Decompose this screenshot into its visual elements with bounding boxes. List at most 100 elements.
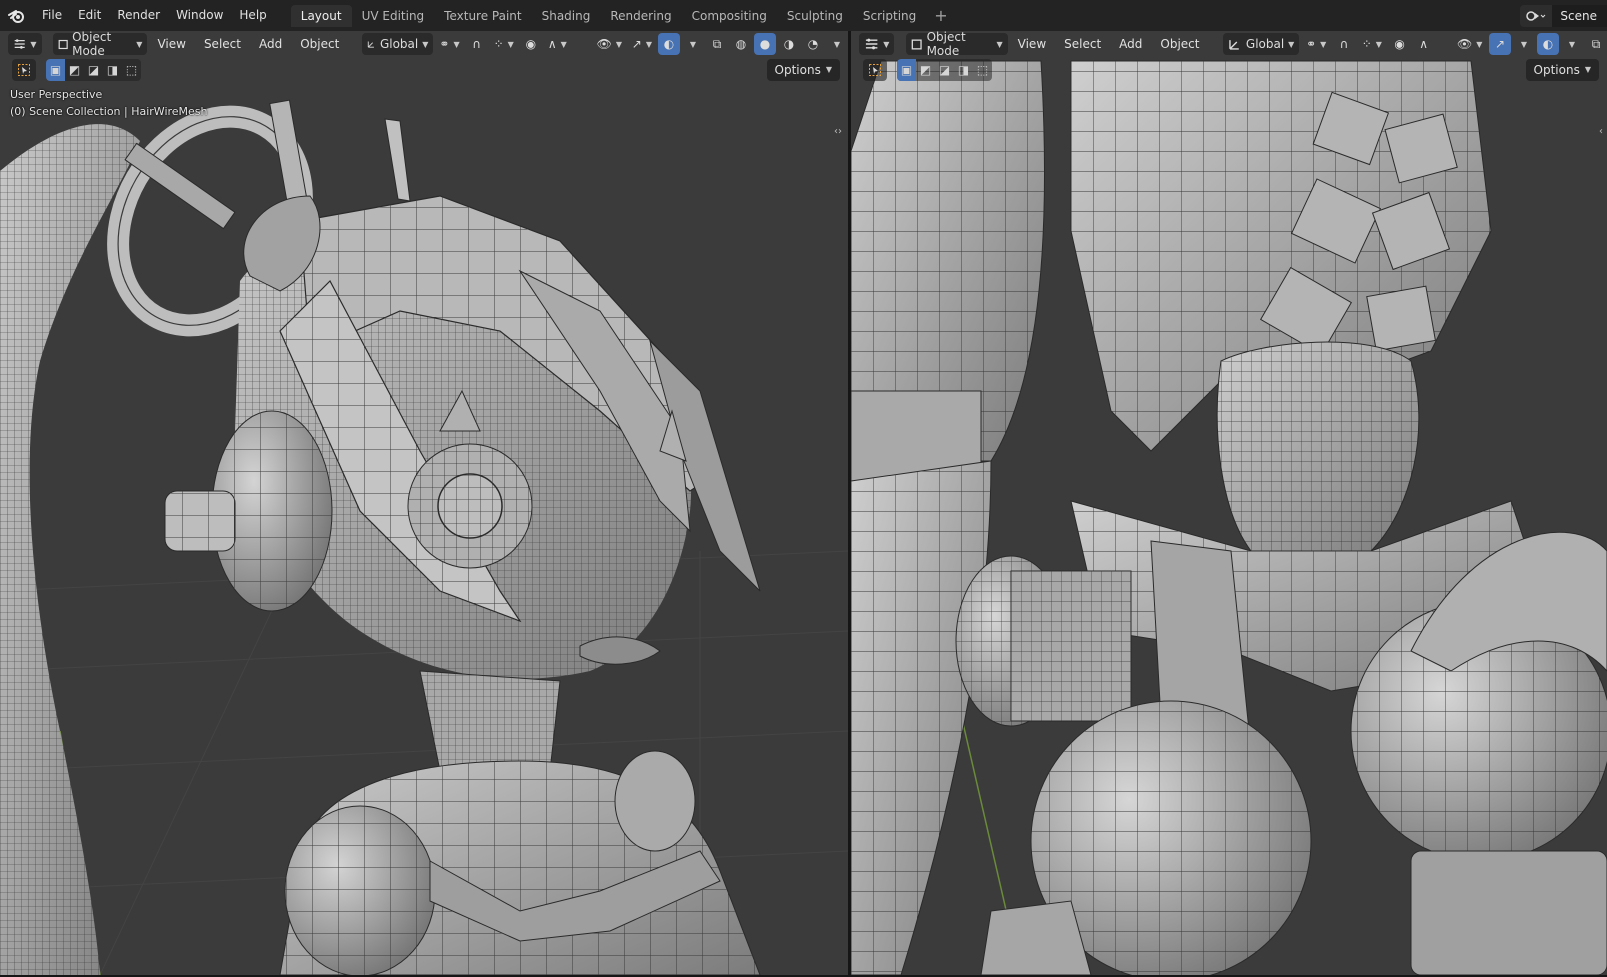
mode-subtract-button[interactable]: ◪ <box>935 59 954 81</box>
mode-set-button[interactable]: ▣ <box>46 59 65 81</box>
proportional-edit-toggle[interactable]: ◉ <box>520 33 542 55</box>
snap-grid-icon: ⁘ <box>493 37 504 51</box>
mode-select[interactable]: Object Mode ▼ <box>52 31 148 58</box>
gizmo-button[interactable]: ↗ ▼ <box>628 33 656 55</box>
collection-label: (0) Scene Collection | HairWireMesh <box>10 105 208 118</box>
mode-extend-button[interactable]: ◩ <box>916 59 935 81</box>
viewport-right[interactable]: ▼ Object Mode ▼ View Select Add Object G… <box>851 31 1607 975</box>
visibility-button[interactable]: 👁 ▼ <box>593 33 626 55</box>
menu-file[interactable]: File <box>34 0 70 31</box>
workspace-tabs: Layout UV Editing Texture Paint Shading … <box>290 0 956 31</box>
chevron-down-icon: ▼ <box>689 39 697 49</box>
mode-set-button[interactable]: ▣ <box>897 59 916 81</box>
shading-wireframe-button[interactable]: ◍ <box>730 33 752 55</box>
selection-mode-group: ▣ ◩ ◪ ◨ ⬚ <box>897 59 992 81</box>
extend-selection-icon: ◩ <box>68 63 81 77</box>
xray-toggle[interactable]: ⧉ <box>706 33 728 55</box>
tab-layout[interactable]: Layout <box>290 4 352 27</box>
menu-select[interactable]: Select <box>196 33 249 55</box>
shading-material-button[interactable]: ◑ <box>778 33 800 55</box>
orientation-label: Global <box>1245 37 1285 51</box>
top-bar: File Edit Render Window Help Layout UV E… <box>0 0 1607 31</box>
xray-toggle[interactable]: ⧉ <box>1585 33 1607 55</box>
snap-grid-icon: ⁘ <box>1361 37 1372 51</box>
options-button[interactable]: Options ▼ <box>766 59 840 81</box>
menu-add[interactable]: Add <box>1111 33 1150 55</box>
snap-target-button[interactable]: ⁘ ▼ <box>490 33 518 55</box>
overlays-dropdown[interactable]: ▼ <box>1561 33 1583 55</box>
tab-compositing[interactable]: Compositing <box>682 5 777 27</box>
sidebar-toggle-icon[interactable]: ‹› <box>834 126 842 137</box>
menu-select[interactable]: Select <box>1056 33 1109 55</box>
scene-icon[interactable] <box>1520 5 1553 27</box>
tab-uv-editing[interactable]: UV Editing <box>352 5 435 27</box>
select-tool-button[interactable] <box>12 59 36 81</box>
menu-render[interactable]: Render <box>109 0 168 31</box>
perspective-label: User Perspective <box>10 88 103 101</box>
mode-select[interactable]: Object Mode ▼ <box>906 31 1008 58</box>
falloff-button[interactable]: ∧ ▼ <box>544 33 571 55</box>
falloff-icon: ∧ <box>1419 37 1429 51</box>
scene-name[interactable]: Scene <box>1552 5 1607 27</box>
editor-type-button[interactable]: ▼ <box>8 33 42 55</box>
extend-selection-icon: ◩ <box>919 63 932 77</box>
menu-help[interactable]: Help <box>231 0 274 31</box>
snap-toggle[interactable]: ∩ <box>1333 33 1355 55</box>
sidebar-toggle-icon[interactable]: ‹ <box>1599 126 1603 137</box>
select-tool-button[interactable] <box>863 59 887 81</box>
mode-intersect-button[interactable]: ⬚ <box>122 59 141 81</box>
chevron-down-icon: ▼ <box>1568 39 1576 49</box>
orientation-select[interactable]: Global ▼ <box>362 33 434 55</box>
gizmo-icon: ↗ <box>631 37 642 51</box>
menu-window[interactable]: Window <box>168 0 231 31</box>
add-workspace-button[interactable]: + <box>926 5 955 27</box>
select-box-icon <box>869 64 881 76</box>
scene-selector[interactable]: Scene <box>1520 4 1607 28</box>
menu-edit[interactable]: Edit <box>70 0 109 31</box>
menu-view[interactable]: View <box>149 33 193 55</box>
overlays-dropdown[interactable]: ▼ <box>682 33 704 55</box>
snap-toggle[interactable]: ∩ <box>466 33 488 55</box>
tab-shading[interactable]: Shading <box>532 5 601 27</box>
mode-invert-button[interactable]: ◨ <box>103 59 122 81</box>
falloff-button[interactable]: ∧ <box>1413 33 1435 55</box>
overlays-toggle[interactable]: ◐ <box>658 33 680 55</box>
snap-target-button[interactable]: ⁘ ▼ <box>1357 33 1387 55</box>
tab-sculpting[interactable]: Sculpting <box>777 5 853 27</box>
menu-add[interactable]: Add <box>251 33 290 55</box>
tab-scripting[interactable]: Scripting <box>853 5 926 27</box>
eye-icon: 👁 <box>596 37 612 51</box>
tab-texture-paint[interactable]: Texture Paint <box>434 5 531 27</box>
mode-label: Object Mode <box>926 31 966 58</box>
mode-extend-button[interactable]: ◩ <box>65 59 84 81</box>
intersect-selection-icon: ⬚ <box>125 63 138 77</box>
editor-type-button[interactable]: ▼ <box>859 33 895 55</box>
shading-rendered-button[interactable]: ◔ <box>802 33 824 55</box>
set-selection-icon: ▣ <box>49 63 62 77</box>
menu-object[interactable]: Object <box>1152 33 1207 55</box>
orientation-select[interactable]: Global ▼ <box>1223 33 1300 55</box>
shading-solid-button[interactable]: ● <box>754 33 776 55</box>
overlays-toggle[interactable]: ◐ <box>1537 33 1559 55</box>
viewport-left-header: ▼ Object Mode ▼ View Select Add Object G… <box>0 31 848 58</box>
mode-invert-button[interactable]: ◨ <box>954 59 973 81</box>
viewport-right-header: ▼ Object Mode ▼ View Select Add Object G… <box>851 31 1607 58</box>
mode-intersect-button[interactable]: ⬚ <box>973 59 992 81</box>
gizmo-dropdown[interactable]: ▼ <box>1513 33 1535 55</box>
pivot-point-button[interactable]: ⚭ ▼ <box>435 33 463 55</box>
gizmo-button[interactable]: ↗ <box>1489 33 1511 55</box>
visibility-button[interactable]: 👁 ▼ <box>1452 33 1487 55</box>
magnet-icon: ∩ <box>1339 37 1349 51</box>
viewport-left[interactable]: ▼ Object Mode ▼ View Select Add Object G… <box>0 31 848 975</box>
shading-dropdown[interactable]: ▼ <box>826 33 848 55</box>
mode-subtract-button[interactable]: ◪ <box>84 59 103 81</box>
pivot-point-button[interactable]: ⚭ ▼ <box>1301 33 1331 55</box>
menu-view[interactable]: View <box>1010 33 1054 55</box>
xray-icon: ⧉ <box>1591 36 1601 51</box>
options-button[interactable]: Options ▼ <box>1525 59 1599 81</box>
proportional-edit-toggle[interactable]: ◉ <box>1389 33 1411 55</box>
menu-object[interactable]: Object <box>292 33 347 55</box>
tab-rendering[interactable]: Rendering <box>600 5 681 27</box>
set-selection-icon: ▣ <box>900 63 913 77</box>
blender-logo-icon[interactable] <box>0 0 34 31</box>
